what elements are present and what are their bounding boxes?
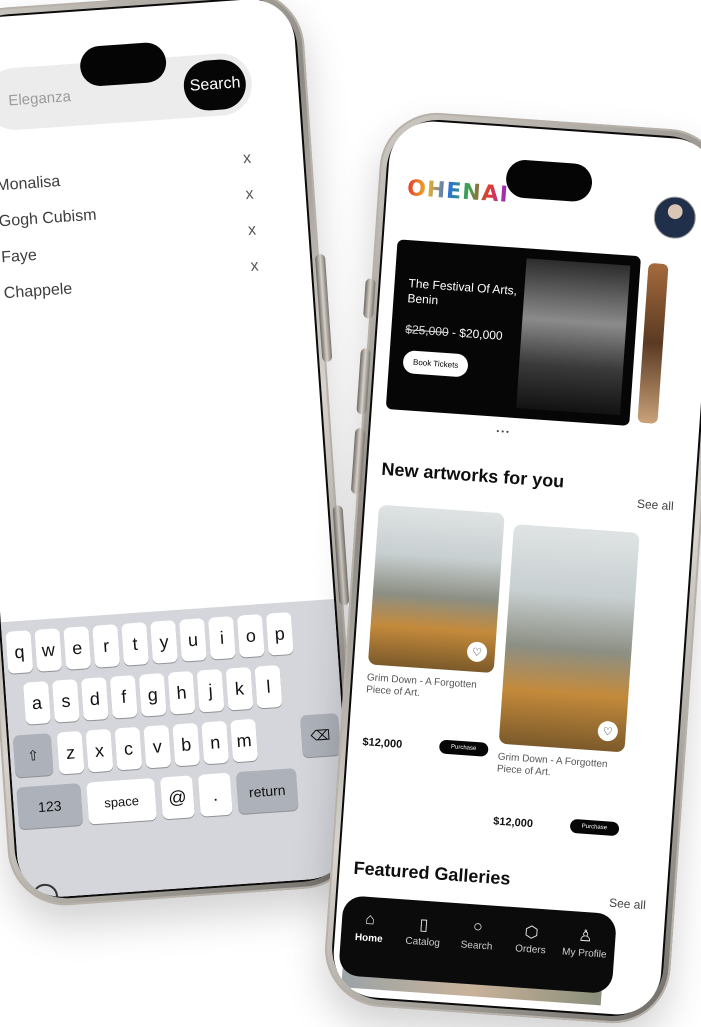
key-x[interactable]: x <box>85 728 114 773</box>
carousel-dots[interactable]: ••• <box>496 427 511 437</box>
tab-label: Catalog <box>405 935 441 949</box>
tab-my-profile[interactable]: ♙ My Profile <box>558 924 612 961</box>
tab-orders[interactable]: ⬡ Orders <box>504 921 558 958</box>
key-p[interactable]: p <box>265 611 294 656</box>
artwork-price: $12,000 <box>492 815 534 831</box>
close-icon[interactable]: x <box>245 186 254 205</box>
recent-search-label: Monalisa <box>0 173 61 195</box>
close-icon[interactable]: x <box>247 222 256 241</box>
close-icon[interactable]: x <box>250 257 259 276</box>
key-w[interactable]: w <box>34 628 63 672</box>
delete-key[interactable]: ⌫ <box>300 712 341 758</box>
close-icon[interactable]: x <box>242 150 251 169</box>
artwork-price: $12,000 <box>362 736 403 751</box>
search-icon: ○ <box>472 918 484 936</box>
volume-up-button <box>356 348 371 415</box>
recent-searches: Monalisa x Gogh Cubism x Faye x Chappele… <box>0 149 268 311</box>
key-b[interactable]: b <box>172 722 201 767</box>
tab-label: Orders <box>514 943 547 957</box>
key-i[interactable]: i <box>207 616 236 660</box>
key-d[interactable]: d <box>80 677 109 721</box>
search-screen: Search Monalisa x Gogh Cubism x Faye x C… <box>0 0 354 900</box>
artwork-card[interactable]: ♡ Grim Down - A Forgotten Piece of Art. … <box>362 504 505 757</box>
key-q[interactable]: q <box>5 630 34 674</box>
key-l[interactable]: l <box>254 664 283 709</box>
key-c[interactable]: c <box>114 726 143 771</box>
artwork-image: ♡ <box>498 524 640 753</box>
banner-price: $25,000 - $20,000 <box>405 322 503 343</box>
key-k[interactable]: k <box>225 666 254 711</box>
key-z[interactable]: z <box>56 730 85 775</box>
avatar[interactable] <box>652 195 698 241</box>
home-screen: OHENAI The Festival Of Arts, Benin $25,0… <box>330 118 701 1018</box>
key-v[interactable]: v <box>143 724 172 769</box>
tab-home[interactable]: ⌂ Home <box>342 909 396 946</box>
heart-icon[interactable]: ♡ <box>466 641 488 663</box>
book-tickets-button[interactable]: Book Tickets <box>402 350 470 378</box>
key-t[interactable]: t <box>121 622 150 666</box>
banner-image <box>516 258 631 416</box>
return-key[interactable]: return <box>235 768 299 815</box>
action-button <box>363 278 376 319</box>
heart-icon[interactable]: ♡ <box>597 720 619 742</box>
key-o[interactable]: o <box>236 614 265 658</box>
key-g[interactable]: g <box>138 673 167 717</box>
search-phone: Search Monalisa x Gogh Cubism x Faye x C… <box>0 0 363 910</box>
key-r[interactable]: r <box>92 624 121 668</box>
tab-label: Search <box>460 939 493 953</box>
keyboard-row: 123 space @ . return <box>12 765 348 830</box>
search-button[interactable]: Search <box>182 57 248 113</box>
home-phone: OHENAI The Festival Of Arts, Benin $25,0… <box>321 109 701 1027</box>
featured-galleries-title: Featured Galleries <box>352 857 512 889</box>
key-h[interactable]: h <box>167 670 196 715</box>
shift-key[interactable]: ⇧ <box>12 733 54 778</box>
key-e[interactable]: e <box>63 626 92 670</box>
keyboard: qwertyuiop asdfghjkl ⇧ ⌫ zxcvbnm 123 spa… <box>0 598 354 900</box>
tab-label: Home <box>354 932 384 945</box>
artwork-title: Grim Down - A Forgotten Piece of Art. <box>365 672 478 699</box>
key-n[interactable]: n <box>201 720 230 765</box>
see-all-link[interactable]: See all <box>637 497 675 514</box>
home-icon: ⌂ <box>364 910 376 929</box>
key-m[interactable]: m <box>230 718 259 763</box>
box-icon: ⬡ <box>524 923 540 942</box>
banner-old-price: $25,000 <box>404 322 450 340</box>
tab-catalog[interactable]: ▯ Catalog <box>396 913 450 950</box>
key-s[interactable]: s <box>51 679 80 723</box>
space-key[interactable]: space <box>86 777 157 825</box>
event-banner[interactable]: The Festival Of Arts, Benin $25,000 - $2… <box>385 239 642 426</box>
dot-key[interactable]: . <box>197 772 233 817</box>
tab-search[interactable]: ○ Search <box>450 917 504 954</box>
key-j[interactable]: j <box>196 668 225 713</box>
numbers-key[interactable]: 123 <box>16 783 84 830</box>
app-logo: OHENAI <box>406 175 510 208</box>
see-all-link[interactable]: See all <box>609 896 647 913</box>
artwork-title: Grim Down - A Forgotten Piece of Art. <box>496 751 608 779</box>
artwork-image: ♡ <box>367 504 505 674</box>
key-y[interactable]: y <box>150 620 178 664</box>
banner-title: The Festival Of Arts, Benin <box>407 276 518 308</box>
banner-new-price: $20,000 <box>458 325 504 343</box>
artwork-card[interactable]: ♡ Grim Down - A Forgotten Piece of Art. … <box>493 524 640 837</box>
dynamic-island <box>504 158 594 203</box>
recent-search-label: Chappele <box>3 280 73 303</box>
next-banner-preview[interactable] <box>637 262 669 424</box>
dynamic-island <box>78 41 168 88</box>
key-u[interactable]: u <box>179 618 207 662</box>
recent-search-label: Faye <box>0 246 38 267</box>
at-key[interactable]: @ <box>159 775 195 820</box>
tab-label: My Profile <box>561 946 607 961</box>
purchase-button[interactable]: Purchase <box>569 818 620 837</box>
key-a[interactable]: a <box>23 681 51 725</box>
emoji-icon[interactable]: ☺ <box>31 882 59 900</box>
volume-down-button <box>350 427 366 495</box>
purchase-button[interactable]: Purchase <box>438 739 489 757</box>
key-f[interactable]: f <box>109 675 138 719</box>
recent-search-label: Gogh Cubism <box>0 206 98 231</box>
new-artworks-title: New artworks for you <box>380 458 565 492</box>
